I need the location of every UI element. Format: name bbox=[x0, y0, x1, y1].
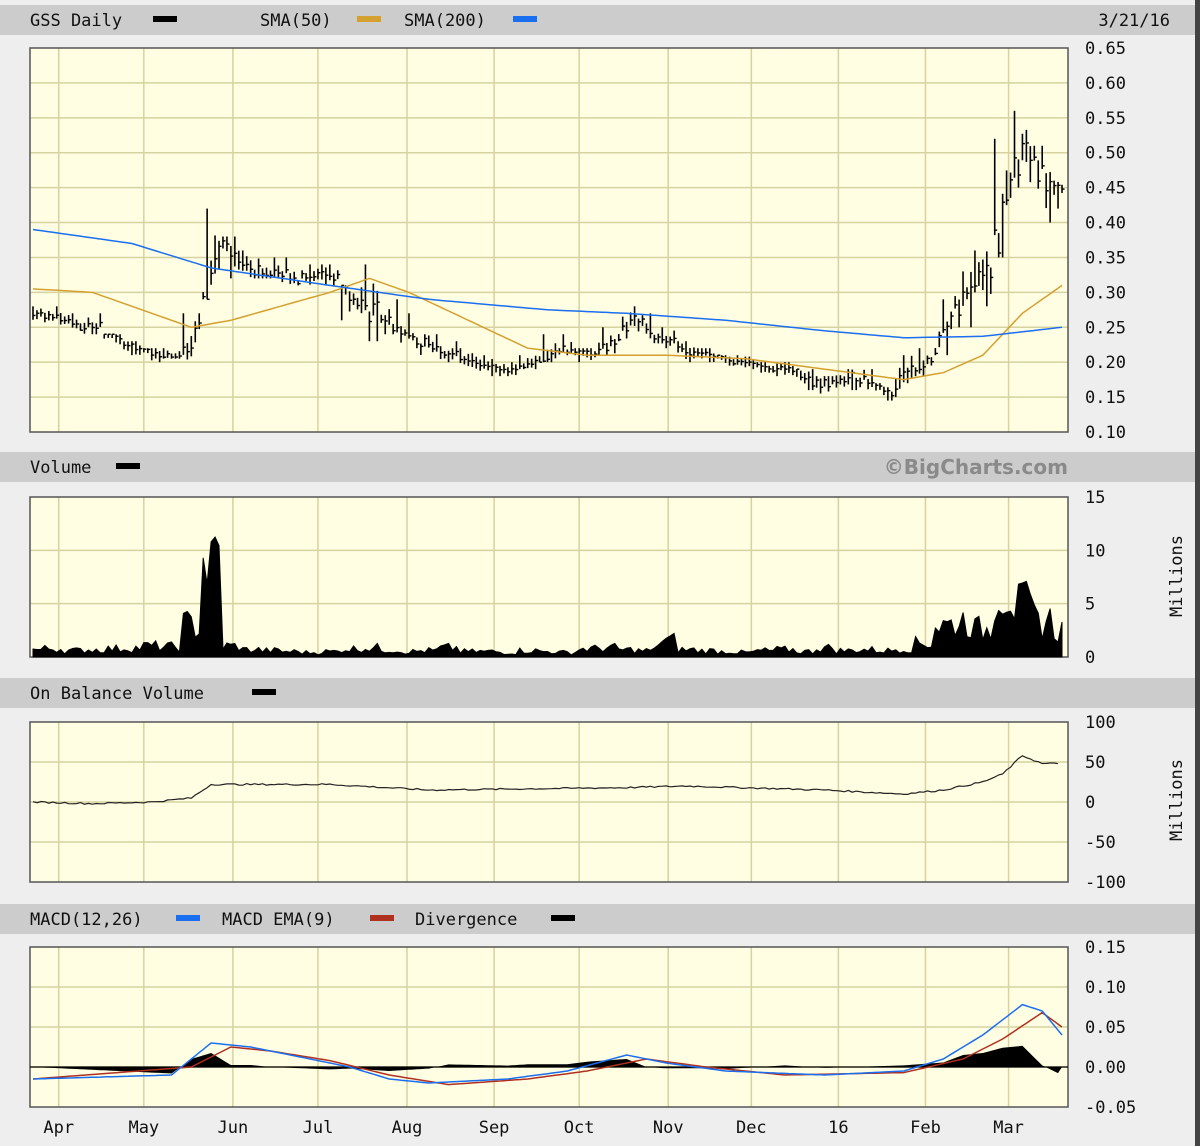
price-y-tick-label: 0.35 bbox=[1085, 248, 1126, 268]
volume-y-tick-label: 0 bbox=[1085, 648, 1095, 668]
macd-y-tick-label: -0.05 bbox=[1085, 1098, 1136, 1118]
obv-title: On Balance Volume bbox=[30, 684, 204, 704]
obv-y-tick-label: -100 bbox=[1085, 873, 1126, 893]
sma200-legend: SMA(200) bbox=[404, 11, 486, 31]
obv-y-tick-label: -50 bbox=[1085, 833, 1116, 853]
price-title: GSS Daily bbox=[30, 11, 122, 31]
price-y-tick-label: 0.10 bbox=[1085, 423, 1126, 443]
x-axis-month-label: Mar bbox=[993, 1118, 1024, 1138]
x-axis-month-label: Nov bbox=[653, 1118, 684, 1138]
obv-y-tick-label: 0 bbox=[1085, 793, 1095, 813]
macd-y-tick-label: 0.05 bbox=[1085, 1018, 1126, 1038]
sma200-legend-swatch bbox=[513, 16, 537, 22]
volume-axis-unit: Millions bbox=[1167, 535, 1187, 617]
stock-chart: GSS Daily SMA(50) SMA(200) 3/21/16 Volum… bbox=[0, 0, 1200, 1146]
price-header-bar bbox=[0, 5, 1195, 35]
bigcharts-watermark: ©BigCharts.com bbox=[884, 455, 1068, 479]
divergence-legend: Divergence bbox=[415, 910, 517, 930]
obv-y-tick-label: 100 bbox=[1085, 713, 1116, 733]
macd-legend-swatch bbox=[176, 915, 200, 921]
volume-title: Volume bbox=[30, 458, 91, 478]
x-axis-month-label: Apr bbox=[43, 1118, 74, 1138]
price-y-tick-label: 0.40 bbox=[1085, 214, 1126, 234]
x-axis-month-label: 16 bbox=[828, 1118, 848, 1138]
price-y-tick-label: 0.50 bbox=[1085, 144, 1126, 164]
x-axis-month-label: Jun bbox=[218, 1118, 249, 1138]
macd-y-tick-label: 0.15 bbox=[1085, 938, 1126, 958]
chart-date: 3/21/16 bbox=[1098, 11, 1170, 31]
macd-y-tick-label: 0.10 bbox=[1085, 978, 1126, 998]
x-axis-month-label: Sep bbox=[479, 1118, 510, 1138]
x-axis-month-label: Jul bbox=[303, 1118, 334, 1138]
volume-y-tick-label: 5 bbox=[1085, 595, 1095, 615]
macd-legend: MACD(12,26) bbox=[30, 910, 143, 930]
price-y-tick-label: 0.65 bbox=[1085, 39, 1126, 59]
volume-y-tick-label: 10 bbox=[1085, 541, 1105, 561]
obv-axis-unit: Millions bbox=[1167, 759, 1187, 841]
x-axis-month-label: Dec bbox=[736, 1118, 767, 1138]
x-axis-month-label: Aug bbox=[392, 1118, 423, 1138]
volume-y-tick-label: 15 bbox=[1085, 488, 1105, 508]
price-legend-swatch bbox=[153, 16, 177, 22]
price-y-tick-label: 0.45 bbox=[1085, 179, 1126, 199]
price-y-tick-label: 0.15 bbox=[1085, 388, 1126, 408]
obv-legend-swatch bbox=[252, 689, 276, 695]
sma50-legend: SMA(50) bbox=[260, 11, 332, 31]
price-y-tick-label: 0.25 bbox=[1085, 318, 1126, 338]
price-y-tick-label: 0.30 bbox=[1085, 283, 1126, 303]
divergence-legend-swatch bbox=[551, 915, 575, 921]
x-axis-month-label: Oct bbox=[564, 1118, 595, 1138]
macd-ema-legend: MACD EMA(9) bbox=[222, 910, 335, 930]
x-axis-month-label: Feb bbox=[910, 1118, 941, 1138]
price-y-tick-label: 0.55 bbox=[1085, 109, 1126, 129]
x-axis-month-label: May bbox=[128, 1118, 159, 1138]
obv-y-tick-label: 50 bbox=[1085, 753, 1105, 773]
sma50-legend-swatch bbox=[357, 16, 381, 22]
price-y-tick-label: 0.20 bbox=[1085, 353, 1126, 373]
price-y-tick-label: 0.60 bbox=[1085, 74, 1126, 94]
macd-y-tick-label: 0.00 bbox=[1085, 1058, 1126, 1078]
macd-ema-legend-swatch bbox=[370, 915, 394, 921]
volume-legend-swatch bbox=[116, 463, 140, 469]
